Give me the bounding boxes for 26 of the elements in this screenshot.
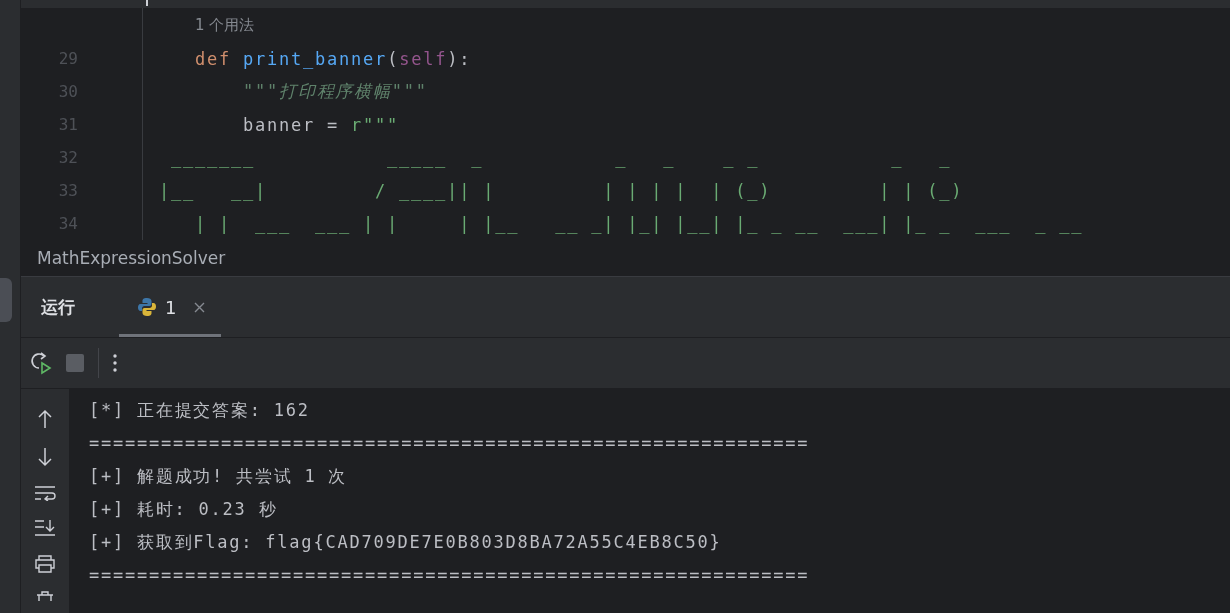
- python-icon: [137, 297, 157, 317]
- code-line: banner = r""": [242, 114, 400, 135]
- scroll-to-end-icon[interactable]: [34, 519, 56, 537]
- run-panel-title: 运行: [41, 295, 75, 319]
- down-arrow-icon[interactable]: [37, 447, 53, 467]
- code-line: | | ___ ___ | | | |__ __ _| |_| |__| |_ _ __ ___| |_ _ ___ _ __: [194, 213, 1084, 234]
- breadcrumb[interactable]: MathExpressionSolver: [37, 248, 226, 268]
- close-icon[interactable]: [194, 301, 206, 313]
- console-output-line: [+] 获取到Flag: flag{CAD709DE7E0B803D8BA72A55C4EB8C50}: [89, 531, 723, 554]
- up-arrow-icon[interactable]: [37, 409, 53, 429]
- trash-icon[interactable]: [35, 591, 55, 601]
- console-output-line: ============================================================: [89, 564, 811, 587]
- more-icon[interactable]: [113, 354, 117, 372]
- rerun-icon[interactable]: [30, 351, 52, 375]
- code-line: def print_banner(self):: [194, 48, 472, 69]
- text-cursor: [146, 0, 148, 6]
- code-line: _______ _____ _ _ _ _ _ _ _: [170, 147, 952, 168]
- usage-hint[interactable]: 1 个用法: [195, 16, 255, 35]
- code-line: |__ __| / ____|| | | | | | | (_) | | (_): [158, 180, 964, 201]
- code-line: """打印程序横幅""": [242, 80, 428, 103]
- soft-wrap-icon[interactable]: [34, 485, 56, 501]
- console-output-line: ============================================================: [89, 432, 811, 455]
- console-output-line: [+] 耗时: 0.23 秒: [89, 498, 279, 521]
- print-icon[interactable]: [34, 555, 56, 573]
- console-output-line: [*] 正在提交答案: 162: [89, 399, 311, 422]
- console-output-line: [+] 解题成功! 共尝试 1 次: [89, 465, 349, 488]
